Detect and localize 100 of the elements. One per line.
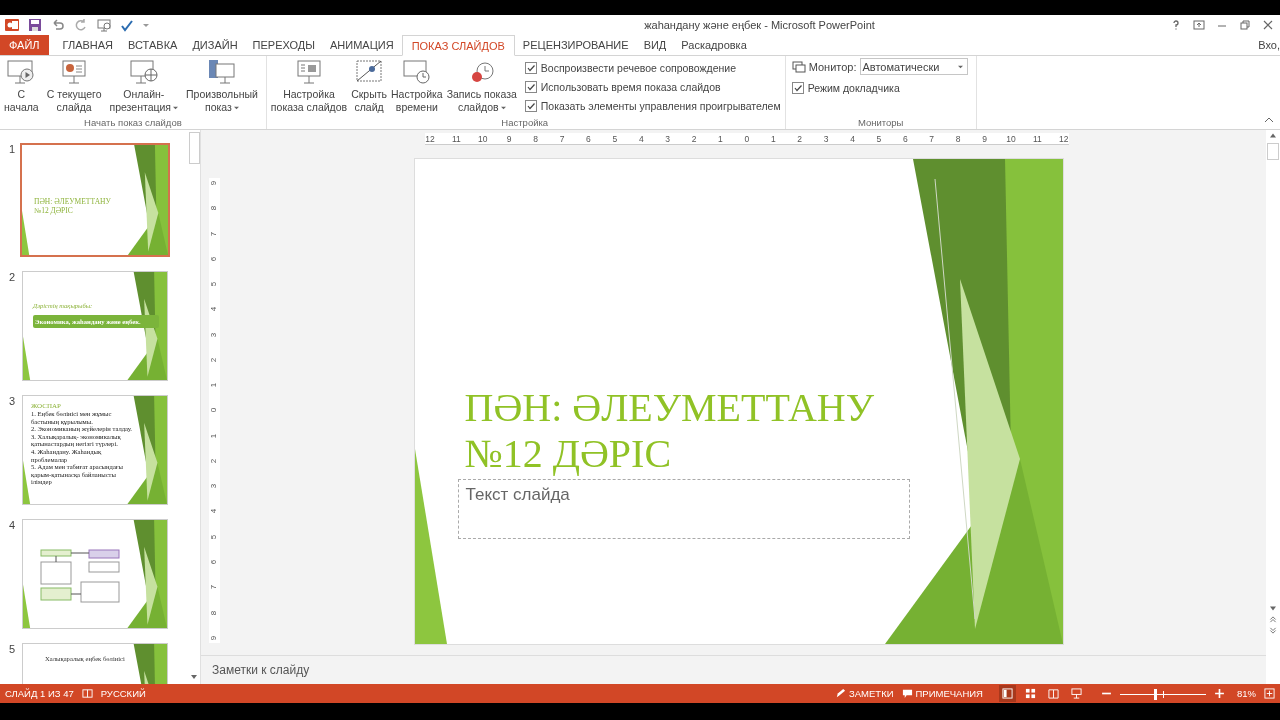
ruler-number: 8 <box>209 610 220 615</box>
customize-caret-icon[interactable] <box>143 22 149 28</box>
ruler-number: 6 <box>209 559 220 565</box>
view-button[interactable] <box>999 685 1016 702</box>
button-label: слайдов <box>457 101 499 114</box>
ribbon-tab[interactable]: ВСТАВКА <box>121 35 185 55</box>
scroll-down-icon[interactable] <box>1269 605 1277 612</box>
pencil-icon <box>835 688 846 699</box>
ribbon-button[interactable]: Запись показа слайдов <box>444 58 519 114</box>
view-button[interactable] <box>1068 685 1085 702</box>
ribbon-tab[interactable]: ПЕРЕХОДЫ <box>245 35 322 55</box>
notes-button[interactable]: ЗАМЕТКИ <box>835 688 894 699</box>
ribbon-tab[interactable]: ВИД <box>636 35 674 55</box>
save-icon[interactable] <box>28 18 42 32</box>
ribbon-button[interactable]: Настройка показа слайдов <box>268 58 350 114</box>
ribbon-tab[interactable]: Раскадровка <box>674 35 754 55</box>
collapse-ribbon-icon[interactable] <box>1264 117 1274 123</box>
ruler-number: 2 <box>796 133 804 144</box>
button-label: времени <box>395 101 438 114</box>
monitor-dropdown[interactable]: Автоматически <box>859 58 968 75</box>
ruler-number: 7 <box>558 133 566 144</box>
checkbox[interactable] <box>791 81 804 94</box>
checkbox-label: Использовать время показа слайдов <box>540 80 721 93</box>
ribbon-button[interactable]: Настройка времени <box>389 58 445 114</box>
window-title: жаһандану және еңбек - Microsoft PowerPoint <box>644 19 875 31</box>
ruler-number: 2 <box>209 357 220 363</box>
ruler-number: 3 <box>209 483 220 489</box>
zoom-slider-thumb[interactable] <box>1154 688 1158 700</box>
ribbon-button[interactable]: С текущего слайда <box>44 58 104 114</box>
language-indicator[interactable]: РУССКИЙ <box>100 688 146 699</box>
notes-placeholder[interactable]: Заметки к слайду <box>212 663 310 677</box>
ruler-number: 9 <box>209 180 220 186</box>
ruler-number: 5 <box>209 281 220 287</box>
caret-icon <box>957 64 963 69</box>
ruler-number: 8 <box>532 133 539 144</box>
checkbox[interactable] <box>524 80 537 93</box>
checkbox-label: Показать элементы управления проигрывателем <box>540 99 781 112</box>
sign-in-link[interactable]: Вхо, <box>1258 39 1280 51</box>
spelling-check-icon[interactable] <box>120 18 134 32</box>
ribbon-tab[interactable]: РЕЦЕНЗИРОВАНИЕ <box>515 35 636 55</box>
button-label: слайд <box>354 101 384 114</box>
next-slide-icon[interactable] <box>1269 627 1277 634</box>
ruler-number: 5 <box>209 534 220 539</box>
ribbon-tab[interactable]: ФАЙЛ <box>0 35 49 55</box>
slide-thumbnail[interactable] <box>22 395 168 505</box>
redo-icon[interactable] <box>74 18 88 32</box>
zoom-in-icon[interactable] <box>1214 688 1225 699</box>
checkbox[interactable] <box>524 99 537 112</box>
slide-design-drawing <box>133 644 167 684</box>
caret-icon <box>233 105 239 110</box>
caret-icon <box>173 105 179 110</box>
slide-title: ПӘН: ӘЛЕУМЕТТАНУ <box>464 385 874 431</box>
checkbox[interactable] <box>524 61 537 74</box>
slide-number: 5 <box>9 643 16 655</box>
ribbon-tab[interactable]: АНИМАЦИЯ <box>322 35 401 55</box>
ruler-number: 8 <box>954 133 962 144</box>
slide-title: №12 ДӘРІС <box>464 431 673 477</box>
slide-text-placeholder[interactable]: Текст слайда <box>457 479 910 539</box>
ribbon-tab[interactable]: ГЛАВНАЯ <box>55 35 121 55</box>
fit-to-window-icon[interactable] <box>1264 688 1275 699</box>
comments-button[interactable]: ПРИМЕЧАНИЯ <box>901 688 983 699</box>
ruler-number: 11 <box>1032 133 1043 144</box>
zoom-percentage[interactable]: 81% <box>1237 688 1256 699</box>
button-label: слайда <box>56 101 92 114</box>
zoom-slider[interactable] <box>1120 687 1206 700</box>
powerpoint-logo-icon <box>5 18 19 32</box>
slide-number: 1 <box>9 143 16 155</box>
scrollbar-thumb[interactable] <box>1267 143 1279 160</box>
undo-icon[interactable] <box>51 18 65 32</box>
ribbon-button[interactable]: Произвольный показ <box>184 58 260 114</box>
ruler-number: 6 <box>901 133 909 144</box>
ribbon-button[interactable]: Скрыть слайд <box>349 58 389 114</box>
ruler-number: 4 <box>637 133 645 144</box>
ribbon-display-icon[interactable] <box>1193 19 1205 31</box>
ribbon-tab[interactable]: ПОКАЗ СЛАЙДОВ <box>401 35 515 56</box>
scrollbar-thumb[interactable] <box>188 132 200 164</box>
screen-globe-icon <box>127 58 160 86</box>
group-label: Мониторы <box>856 117 905 129</box>
button-label: С <box>17 88 26 101</box>
ruler-number: 2 <box>209 458 220 464</box>
ruler-number: 4 <box>209 307 220 312</box>
slide-counter: СЛАЙД 1 ИЗ 47 <box>5 688 74 699</box>
previous-slide-icon[interactable] <box>1269 616 1277 623</box>
ribbon-button[interactable]: Онлайн- презентация <box>107 58 181 114</box>
close-icon[interactable] <box>1262 19 1274 31</box>
ribbon-tab[interactable]: ДИЗАЙН <box>185 35 245 55</box>
help-icon[interactable] <box>1170 19 1182 31</box>
ribbon-button[interactable]: С начала <box>2 58 41 114</box>
button-label: Запись показа <box>446 88 517 101</box>
ruler-number: 6 <box>209 256 220 261</box>
scroll-down-icon[interactable] <box>190 674 198 680</box>
scroll-up-icon[interactable] <box>1269 132 1277 139</box>
ruler-number: 1 <box>209 382 220 388</box>
book-icon[interactable] <box>81 688 93 699</box>
ruler-number: 4 <box>849 133 856 144</box>
restore-icon[interactable] <box>1239 19 1251 31</box>
slideshow-icon[interactable] <box>97 18 111 32</box>
slide-number: 3 <box>9 395 16 407</box>
button-label: Настройка <box>391 88 443 101</box>
slide-thumbnail[interactable] <box>22 519 168 629</box>
